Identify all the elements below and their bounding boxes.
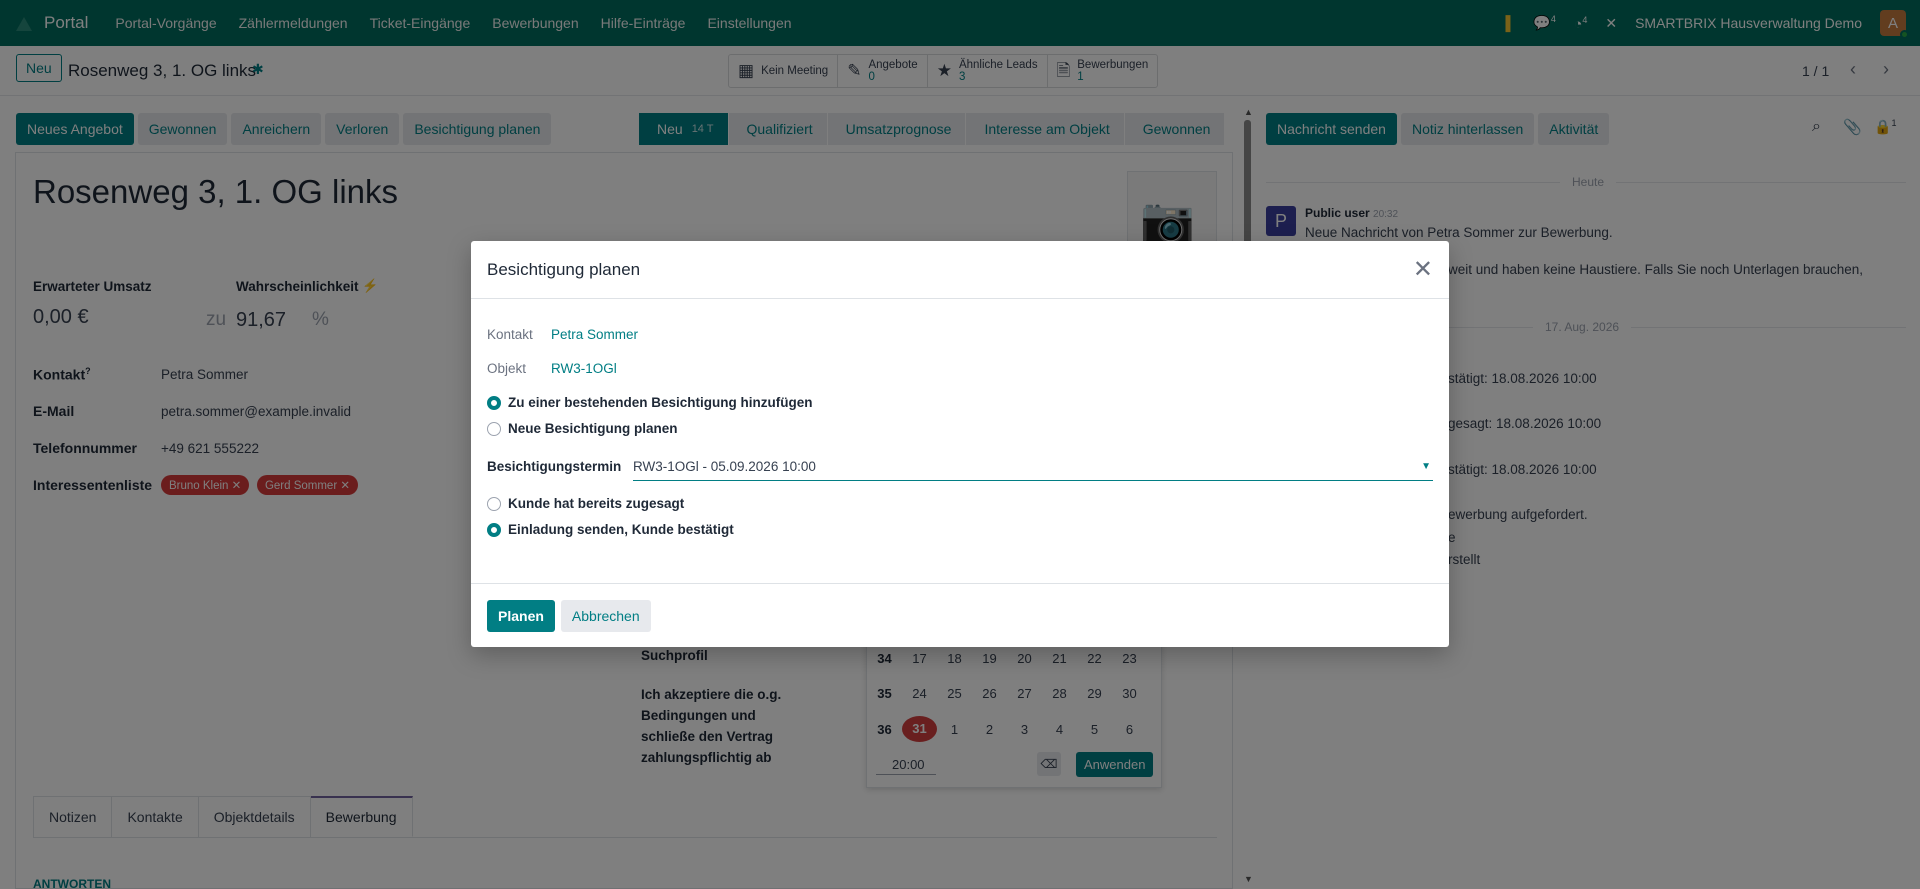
radio-selected[interactable] [487,522,501,537]
radio-unselected[interactable] [487,496,501,511]
option-new-label: Neue Besichtigung planen [508,421,678,436]
cancel-button[interactable]: Abbrechen [560,599,651,632]
dialog-contact-link[interactable]: Petra Sommer [551,327,638,342]
dialog-object-label: Objekt [487,361,527,376]
appointment-select[interactable]: RW3-1OGl - 05.09.2026 10:00 ▼ [633,457,1433,481]
dialog-object-row: Objekt RW3-1OGl [487,361,617,376]
option-already-accepted[interactable]: Kunde hat bereits zugesagt [487,496,684,511]
plan-button[interactable]: Planen [487,599,555,632]
dialog-title: Besichtigung planen [487,259,641,279]
dialog-header: Besichtigung planen ✕ [471,241,1449,299]
plan-viewing-dialog: Besichtigung planen ✕ Kontakt Petra Somm… [471,241,1449,647]
radio-unselected[interactable] [487,421,501,436]
appointment-select-value: RW3-1OGl - 05.09.2026 10:00 [633,459,816,474]
dialog-contact-row: Kontakt Petra Sommer [487,327,638,342]
caret-down-icon[interactable]: ▼ [1421,461,1431,472]
dialog-footer: Planen Abbrechen [471,583,1449,647]
close-icon[interactable]: ✕ [1413,257,1433,281]
option-existing-label: Zu einer bestehenden Besichtigung hinzuf… [508,395,813,410]
option-invite-label: Einladung senden, Kunde bestätigt [508,522,734,537]
option-new-viewing[interactable]: Neue Besichtigung planen [487,421,678,436]
option-send-invite[interactable]: Einladung senden, Kunde bestätigt [487,522,734,537]
appointment-label: Besichtigungstermin [487,459,622,474]
radio-selected[interactable] [487,395,501,410]
option-existing-viewing[interactable]: Zu einer bestehenden Besichtigung hinzuf… [487,395,813,410]
dialog-contact-label: Kontakt [487,327,533,342]
option-already-label: Kunde hat bereits zugesagt [508,496,685,511]
appointment-row: Besichtigungstermin [487,459,633,474]
dialog-object-link[interactable]: RW3-1OGl [551,361,617,376]
